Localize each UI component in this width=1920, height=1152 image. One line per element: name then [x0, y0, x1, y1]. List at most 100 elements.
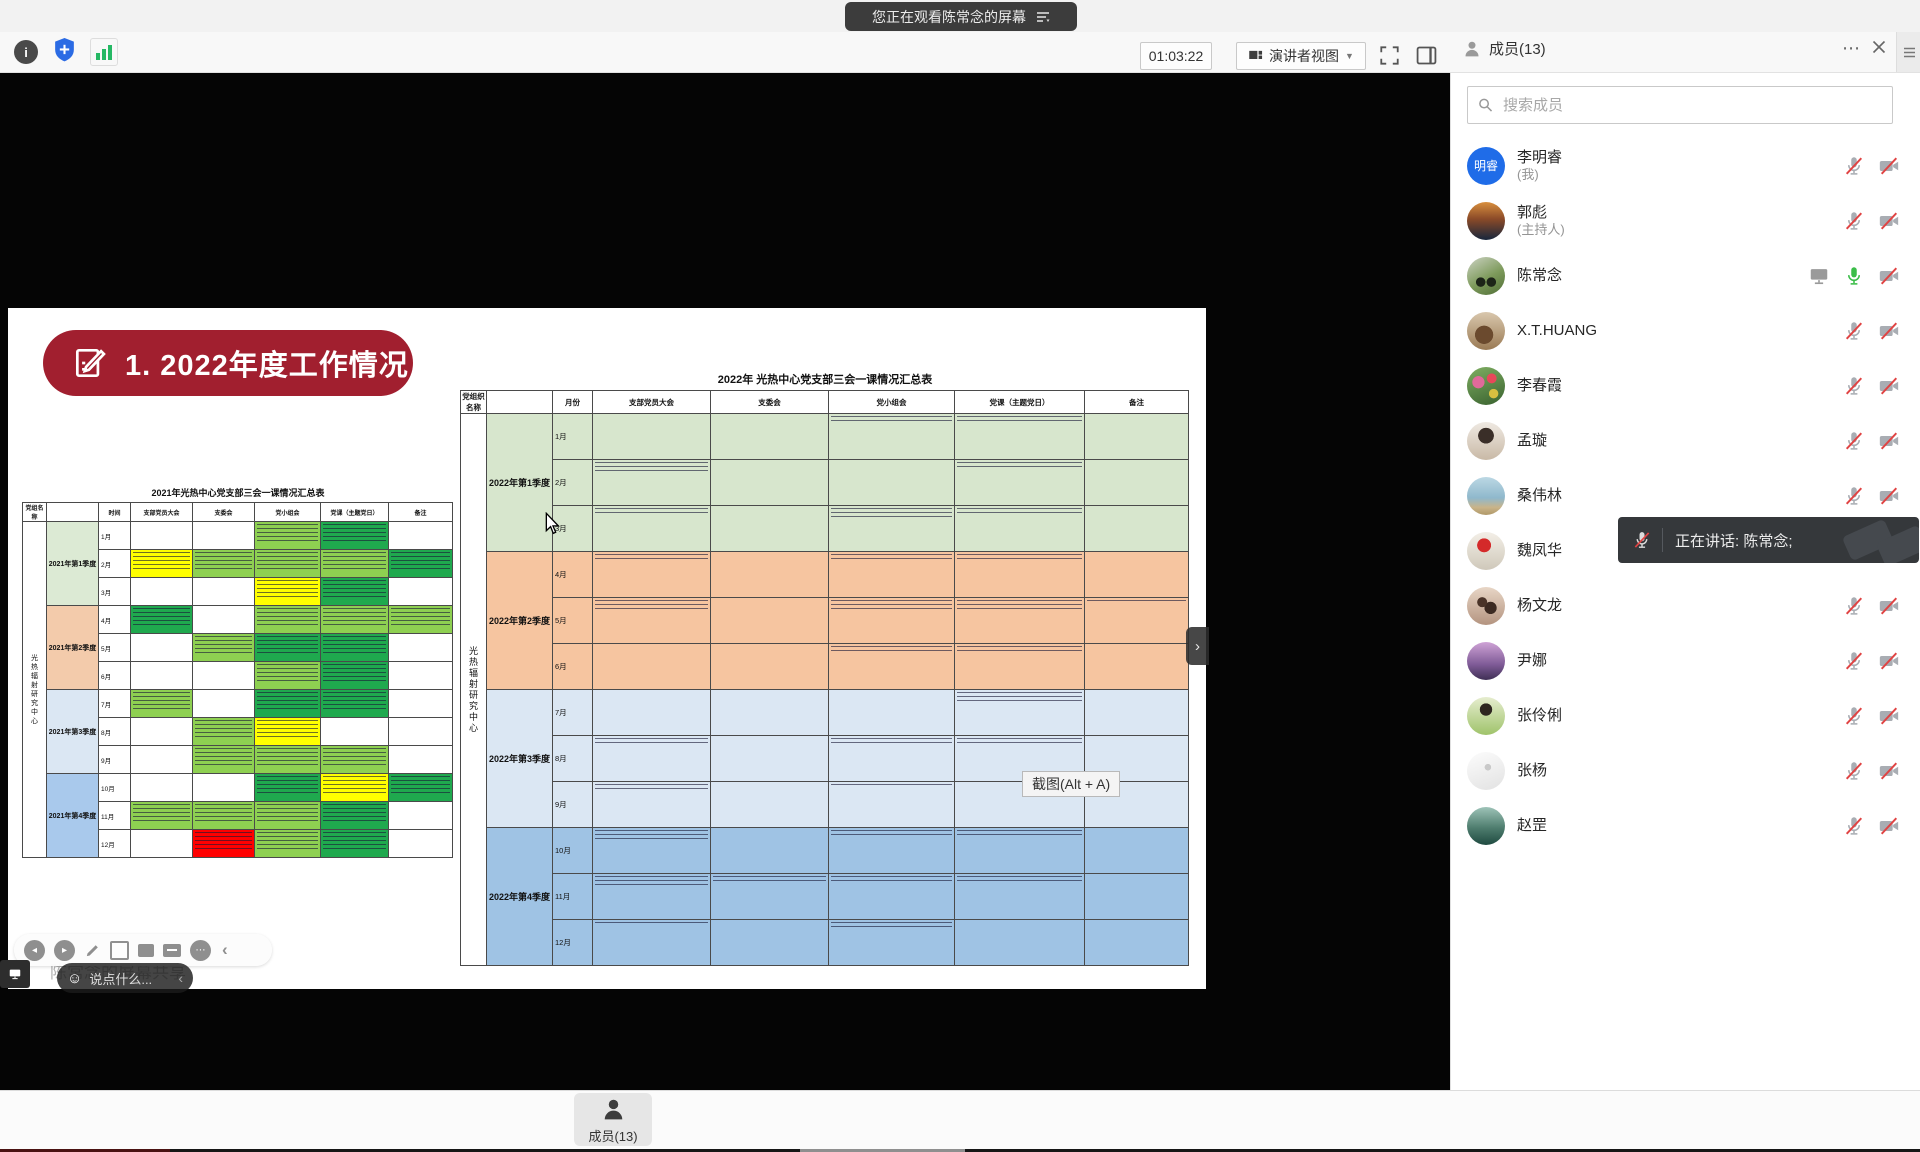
member-row[interactable]: 明睿 李明睿(我)	[1451, 138, 1920, 193]
avatar	[1467, 532, 1505, 570]
mic-off-icon[interactable]	[1843, 210, 1865, 232]
camera-off-icon[interactable]	[1878, 265, 1900, 287]
mic-off-icon[interactable]	[1843, 375, 1865, 397]
camera-off-icon[interactable]	[1878, 815, 1900, 837]
mic-off-icon[interactable]	[1843, 815, 1865, 837]
members-person-icon	[600, 1096, 627, 1123]
members-person-icon	[1462, 39, 1482, 59]
view-layout-icon	[1248, 49, 1263, 64]
quick-chat-bubble[interactable]: ☺ 说点什么... ‹	[57, 963, 193, 993]
annotation-toolbar: ◂ ▸ ⋯ ‹	[14, 934, 272, 966]
member-row[interactable]: 孟璇	[1451, 413, 1920, 468]
speaking-text: 正在讲话: 陈常念;	[1675, 530, 1793, 551]
camera-off-icon[interactable]	[1878, 320, 1900, 342]
search-input[interactable]	[1501, 96, 1882, 115]
mic-off-icon[interactable]	[1843, 595, 1865, 617]
mic-off-icon[interactable]	[1843, 705, 1865, 727]
camera-off-icon[interactable]	[1878, 430, 1900, 452]
member-row[interactable]: 杨文龙	[1451, 578, 1920, 633]
avatar	[1467, 752, 1505, 790]
summary-table-2021: 2021年光热中心党支部三会一课情况汇总表党组名称时间支部党员大会支委会党小组会…	[22, 486, 454, 858]
mic-off-icon[interactable]	[1843, 650, 1865, 672]
camera-off-icon[interactable]	[1878, 210, 1900, 232]
member-row[interactable]: 张伶俐	[1451, 688, 1920, 743]
meeting-info-icon[interactable]: i	[14, 40, 38, 64]
pencil-icon[interactable]	[84, 942, 101, 959]
collapse-chat-icon[interactable]: ‹	[178, 970, 183, 986]
mic-on-icon[interactable]	[1843, 265, 1865, 287]
shared-screen: 1. 2022年度工作情况 2022年 光热中心党支部三会一课情况汇总表党组织名…	[8, 308, 1206, 989]
share-indicator-icon	[0, 960, 30, 988]
mic-off-icon	[1632, 530, 1652, 550]
camera-off-icon[interactable]	[1878, 760, 1900, 782]
speaking-toast: 正在讲话: 陈常念;	[1618, 517, 1919, 563]
members-panel-title: 成员(13)	[1489, 38, 1546, 59]
avatar	[1467, 202, 1505, 240]
filmstrip-expand-button[interactable]: ›	[1186, 627, 1209, 665]
member-row[interactable]: 陈常念	[1451, 248, 1920, 303]
network-signal-icon[interactable]	[90, 38, 118, 66]
screenshot-frame-icon[interactable]	[110, 941, 129, 960]
undo-icon[interactable]: ◂	[24, 940, 45, 961]
bottom-toolbar	[0, 1090, 1920, 1149]
mic-off-icon[interactable]	[1843, 155, 1865, 177]
avatar: 明睿	[1467, 147, 1505, 185]
avatar	[1467, 367, 1505, 405]
image-icon[interactable]	[138, 944, 154, 957]
avatar	[1467, 422, 1505, 460]
mic-off-icon[interactable]	[1843, 485, 1865, 507]
camera-off-icon[interactable]	[1878, 595, 1900, 617]
avatar	[1467, 697, 1505, 735]
member-row[interactable]: 李春霞	[1451, 358, 1920, 413]
search-icon	[1478, 97, 1493, 113]
avatar	[1467, 257, 1505, 295]
members-button[interactable]: 成员(13)	[568, 1096, 658, 1145]
avatar	[1467, 807, 1505, 845]
screenshot-tooltip: 截图(Alt + A)	[1022, 771, 1120, 797]
member-row[interactable]: 尹娜	[1451, 633, 1920, 688]
member-row[interactable]: 张杨	[1451, 743, 1920, 798]
mic-off-icon[interactable]	[1843, 760, 1865, 782]
redo-icon[interactable]: ▸	[54, 940, 75, 961]
camera-off-icon[interactable]	[1878, 705, 1900, 727]
security-shield-icon[interactable]	[52, 37, 77, 64]
meeting-timer: 01:03:22	[1140, 42, 1212, 70]
mic-off-icon[interactable]	[1843, 320, 1865, 342]
pill-menu-icon[interactable]	[1036, 11, 1050, 23]
view-mode-dropdown[interactable]: 演讲者视图 ▼	[1236, 42, 1366, 70]
emoji-icon[interactable]: ☺	[67, 970, 82, 987]
avatar	[1467, 477, 1505, 515]
member-search-box[interactable]	[1467, 86, 1893, 124]
dropdown-caret-icon: ▼	[1345, 51, 1354, 61]
watching-screen-pill[interactable]: 您正在观看陈常念的屏幕	[845, 2, 1077, 31]
card-icon[interactable]	[163, 944, 181, 957]
fullscreen-icon[interactable]	[1378, 44, 1401, 67]
member-row[interactable]: X.T.HUANG	[1451, 303, 1920, 358]
panel-close-icon[interactable]	[1872, 40, 1886, 54]
member-row[interactable]: 桑伟林	[1451, 468, 1920, 523]
avatar	[1467, 312, 1505, 350]
avatar	[1467, 642, 1505, 680]
more-tools-icon[interactable]: ⋯	[190, 940, 211, 961]
camera-off-icon[interactable]	[1878, 650, 1900, 672]
chat-placeholder: 说点什么...	[89, 969, 152, 988]
mic-off-icon[interactable]	[1843, 430, 1865, 452]
edit-document-icon	[71, 344, 109, 382]
mouse-cursor	[544, 512, 562, 536]
collapse-toolbar-icon[interactable]: ‹	[222, 940, 228, 960]
sharing-screen-icon	[1808, 265, 1830, 287]
member-row[interactable]: 郭彪(主持人)	[1451, 193, 1920, 248]
camera-off-icon[interactable]	[1878, 485, 1900, 507]
meeting-topbar	[0, 32, 1920, 73]
side-panel-toggle-icon[interactable]	[1414, 43, 1439, 68]
summary-table-2022: 2022年 光热中心党支部三会一课情况汇总表党组织名称月份支部党员大会支委会党小…	[460, 371, 1190, 966]
panel-collapse-handle[interactable]	[1896, 32, 1920, 72]
members-panel-header: 成员(13)	[1462, 38, 1546, 59]
watching-screen-label: 您正在观看陈常念的屏幕	[872, 7, 1026, 27]
avatar	[1467, 587, 1505, 625]
camera-off-icon[interactable]	[1878, 155, 1900, 177]
panel-more-icon[interactable]: ⋯	[1842, 38, 1861, 59]
member-row[interactable]: 赵罡	[1451, 798, 1920, 853]
section-title: 1. 2022年度工作情况	[125, 342, 409, 384]
camera-off-icon[interactable]	[1878, 375, 1900, 397]
